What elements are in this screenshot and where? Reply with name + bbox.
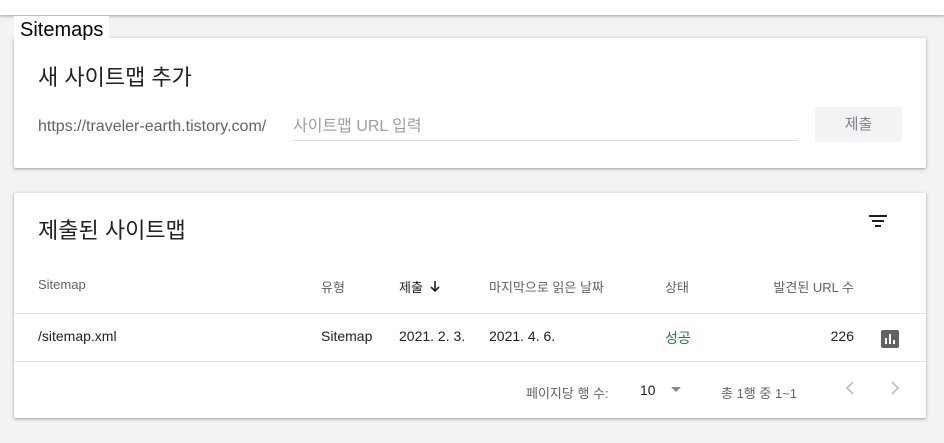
sitemap-url-input[interactable]: [293, 114, 798, 141]
cell-type: Sitemap: [321, 328, 373, 344]
pagination-range: 총 1행 중 1~1: [721, 386, 797, 401]
page-title: Sitemaps: [14, 16, 110, 42]
column-header-status[interactable]: 상태: [665, 277, 689, 296]
chevron-right-icon[interactable]: [882, 376, 906, 400]
rows-per-page-select[interactable]: 10: [640, 377, 688, 403]
cell-discovered-urls: 226: [830, 328, 854, 344]
sort-descending-arrow-icon: [430, 281, 440, 293]
column-header-type[interactable]: 유형: [321, 277, 345, 296]
submit-button[interactable]: 제출: [815, 107, 902, 142]
bar-chart-icon[interactable]: [881, 330, 899, 348]
column-header-sitemap[interactable]: Sitemap: [38, 277, 86, 292]
cell-status: 성공: [665, 330, 691, 346]
cell-sitemap: /sitemap.xml: [38, 328, 117, 344]
add-sitemap-card: 새 사이트맵 추가 https://traveler-earth.tistory…: [14, 38, 926, 168]
submitted-sitemaps-heading: 제출된 사이트맵: [38, 218, 186, 243]
submitted-sitemaps-card: 제출된 사이트맵 Sitemap 유형 제출 마지막으로 읽은 날짜 상태 발견…: [14, 193, 926, 418]
top-app-bar: [0, 0, 944, 15]
column-header-submitted[interactable]: 제출: [399, 277, 441, 296]
chevron-left-icon[interactable]: [839, 376, 863, 400]
cell-submitted: 2021. 2. 3.: [399, 328, 466, 344]
filter-icon[interactable]: [867, 212, 889, 230]
add-sitemap-heading: 새 사이트맵 추가: [38, 65, 192, 90]
cell-last-read: 2021. 4. 6.: [489, 328, 556, 344]
column-header-discovered-urls[interactable]: 발견된 URL 수: [773, 277, 854, 296]
table-divider: [14, 313, 926, 314]
dropdown-arrow-icon: [671, 387, 681, 392]
rows-per-page-label: 페이지당 행 수:: [526, 386, 609, 401]
rows-per-page-value: 10: [640, 382, 656, 398]
site-url-prefix: https://traveler-earth.tistory.com/: [38, 118, 267, 135]
column-header-last-read[interactable]: 마지막으로 읽은 날짜: [489, 277, 604, 296]
table-divider: [14, 361, 926, 362]
column-header-submitted-label: 제출: [399, 280, 423, 295]
